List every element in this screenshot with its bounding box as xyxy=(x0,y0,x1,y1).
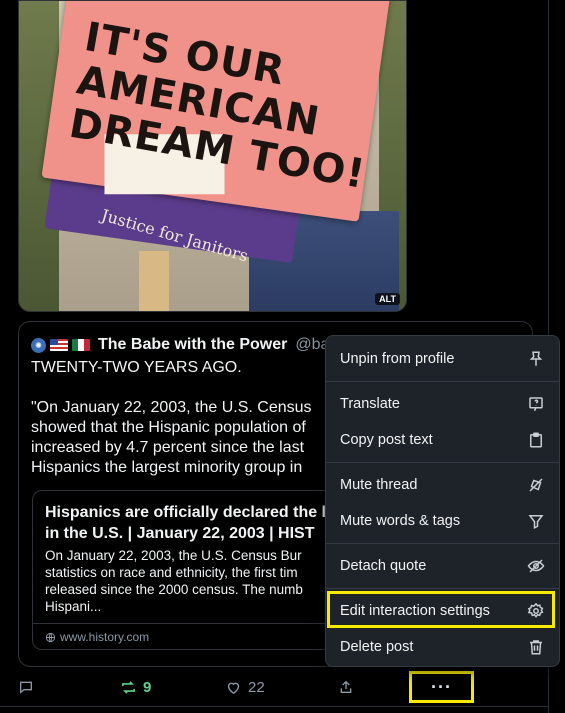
ellipsis-icon: ··· xyxy=(431,676,452,697)
menu-item-label: Delete post xyxy=(340,639,414,655)
clipboard-icon xyxy=(530,432,542,448)
reply-button[interactable] xyxy=(18,670,40,704)
eye-off-icon xyxy=(527,559,545,573)
repost-icon xyxy=(122,680,135,694)
menu-item-label: Mute thread xyxy=(340,477,418,493)
menu-separator xyxy=(326,588,559,589)
menu-item-mute-words[interactable]: Mute words & tags xyxy=(326,503,559,539)
menu-item-mute-thread[interactable]: Mute thread xyxy=(326,467,559,503)
post-image[interactable]: IT'S OUR AMERICAN DREAM TOO! Justice for… xyxy=(18,0,407,312)
reply-icon xyxy=(20,681,32,694)
menu-item-translate[interactable]: Translate xyxy=(326,386,559,422)
menu-item-label: Translate xyxy=(340,396,400,412)
menu-item-label: Mute words & tags xyxy=(340,513,461,529)
post-divider xyxy=(0,706,548,707)
heart-icon xyxy=(227,682,240,694)
us-flag-icon xyxy=(50,339,68,351)
menu-separator xyxy=(326,462,559,463)
share-icon xyxy=(340,680,352,693)
menu-item-unpin[interactable]: Unpin from profile xyxy=(326,341,559,377)
trash-icon xyxy=(530,640,542,655)
globe-icon xyxy=(45,632,56,642)
pin-icon xyxy=(529,351,543,366)
filter-icon xyxy=(528,515,544,529)
share-button[interactable] xyxy=(338,670,354,704)
repost-count: 9 xyxy=(143,678,152,696)
domain-text: www.history.com xyxy=(60,630,150,644)
alt-badge[interactable]: ALT xyxy=(375,293,400,305)
menu-item-label: Unpin from profile xyxy=(340,351,455,367)
like-count: 22 xyxy=(248,678,265,696)
link-card-domain: www.history.com xyxy=(45,630,149,644)
like-button[interactable]: 22 xyxy=(225,670,265,704)
menu-item-label: Copy post text xyxy=(340,432,433,448)
more-options-button[interactable]: ··· xyxy=(409,671,474,703)
mexico-flag-icon xyxy=(72,339,90,351)
menu-separator xyxy=(326,543,559,544)
display-name[interactable]: The Babe with the Power xyxy=(98,336,287,354)
highlight-box xyxy=(327,591,555,628)
menu-item-label: Detach quote xyxy=(340,558,427,574)
menu-item-detach-quote[interactable]: Detach quote xyxy=(326,548,559,584)
mute-thread-icon xyxy=(529,478,543,492)
menu-item-copy-text[interactable]: Copy post text xyxy=(326,422,559,458)
quote-header: ✺ The Babe with the Power @bab xyxy=(31,336,338,354)
menu-separator xyxy=(326,381,559,382)
link-card-description: On January 22, 2003, the U.S. Census Bur… xyxy=(45,548,303,614)
quote-body: TWENTY-TWO YEARS AGO. "On January 22, 20… xyxy=(31,359,312,476)
avatar[interactable]: ✺ xyxy=(31,337,46,353)
repost-button[interactable]: 9 xyxy=(120,670,151,704)
menu-item-delete-post[interactable]: Delete post xyxy=(326,629,559,665)
translate-icon xyxy=(529,397,543,412)
